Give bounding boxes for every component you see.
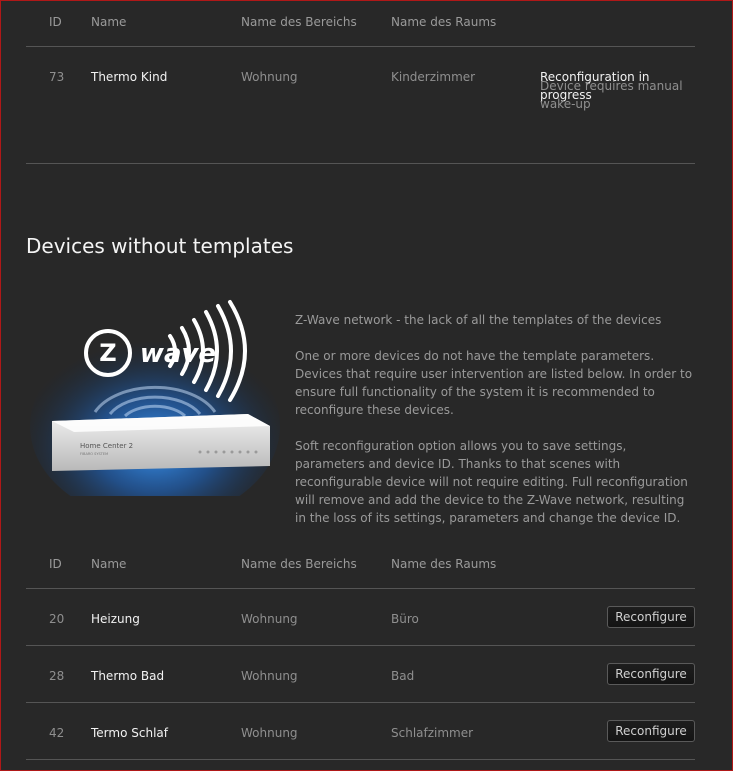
device-sub: FIBARO SYSTEM bbox=[80, 452, 108, 456]
logo-letter: Z bbox=[99, 339, 116, 367]
device-id: 42 bbox=[49, 726, 65, 740]
description-paragraph: One or more devices do not have the temp… bbox=[295, 349, 693, 417]
table-row: 20 Heizung Wohnung Büro Reconfigure bbox=[26, 589, 695, 646]
header-area: Name des Bereichs bbox=[241, 557, 357, 571]
device-id: 73 bbox=[49, 70, 65, 84]
logo-text: wave bbox=[140, 339, 216, 369]
header-room: Name des Raums bbox=[391, 557, 497, 571]
reconfigure-button[interactable]: Reconfigure bbox=[607, 606, 695, 628]
device-area: Wohnung bbox=[241, 669, 298, 683]
device-room: Bad bbox=[391, 669, 415, 683]
header-id: ID bbox=[49, 557, 62, 571]
device-name: Thermo Bad bbox=[91, 669, 165, 683]
device-id: 28 bbox=[49, 669, 65, 683]
header-room: Name des Raums bbox=[391, 15, 497, 29]
table-row: 73 Thermo Kind Wohnung Kinderzimmer Reco… bbox=[26, 47, 695, 164]
table-row: 28 Thermo Bad Wohnung Bad Reconfigure bbox=[26, 646, 695, 703]
table-header: ID Name Name des Bereichs Name des Raums bbox=[26, 0, 695, 47]
reconfiguration-table: ID Name Name des Bereichs Name des Raums… bbox=[26, 0, 695, 164]
status-note: Device requires manual wake-up bbox=[540, 79, 683, 111]
reconfigure-button[interactable]: Reconfigure bbox=[607, 663, 695, 685]
device-area: Wohnung bbox=[241, 70, 298, 84]
section-title: Devices without templates bbox=[26, 234, 294, 258]
header-name: Name bbox=[91, 557, 127, 571]
section-description: Z-Wave network - the lack of all the tem… bbox=[295, 311, 695, 545]
device-name: Thermo Kind bbox=[91, 70, 168, 84]
table-row: 42 Termo Schlaf Wohnung Schlafzimmer Rec… bbox=[26, 703, 695, 760]
description-title: Z-Wave network - the lack of all the tem… bbox=[295, 313, 662, 327]
device-name: Termo Schlaf bbox=[91, 726, 168, 740]
description-paragraph: Soft reconfiguration option allows you t… bbox=[295, 439, 688, 525]
header-id: ID bbox=[49, 15, 62, 29]
device-brand: Home Center 2 bbox=[80, 442, 133, 450]
zwave-hero-image: Z wave Home Center 2 FIBARO SYSTEM bbox=[30, 296, 280, 521]
table-header: ID Name Name des Bereichs Name des Raums bbox=[26, 542, 695, 589]
device-room: Schlafzimmer bbox=[391, 726, 474, 740]
header-area: Name des Bereichs bbox=[241, 15, 357, 29]
device-room: Büro bbox=[391, 612, 419, 626]
device-area: Wohnung bbox=[241, 726, 298, 740]
header-name: Name bbox=[91, 15, 127, 29]
devices-without-templates-table: ID Name Name des Bereichs Name des Raums… bbox=[26, 542, 695, 760]
device-name: Heizung bbox=[91, 612, 140, 626]
device-id: 20 bbox=[49, 612, 65, 626]
device-area: Wohnung bbox=[241, 612, 298, 626]
home-center-illustration: Z wave Home Center 2 FIBARO SYSTEM bbox=[30, 300, 280, 521]
reconfigure-button[interactable]: Reconfigure bbox=[607, 720, 695, 742]
device-room: Kinderzimmer bbox=[391, 70, 476, 84]
